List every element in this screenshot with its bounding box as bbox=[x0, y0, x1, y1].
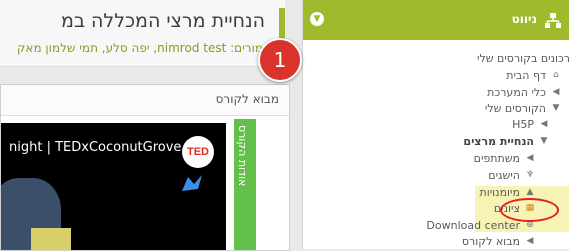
chevron-left-icon: ◀ bbox=[552, 87, 560, 97]
course-teachers: מורים: nimrod test, יפה סלע, תמי שלמון מ… bbox=[16, 41, 263, 55]
nav-item-home[interactable]: ⌂ דף הבית bbox=[506, 67, 562, 83]
video-player[interactable]: night | TEDxCoconutGrove TED bbox=[1, 123, 226, 250]
home-icon: ⌂ bbox=[553, 70, 559, 80]
nav-item-label: כלי המערכת bbox=[487, 85, 546, 99]
course-header: הנחיית מרצי המכללה במ מורים: nimrod test… bbox=[0, 0, 285, 67]
nav-item-label: משתתפים bbox=[473, 151, 520, 165]
step-badge: 1 bbox=[258, 38, 302, 82]
grades-highlight-circle bbox=[500, 198, 559, 222]
sitemap-icon bbox=[545, 13, 561, 28]
nav-item-system-tools[interactable]: ◀ כלי המערכת bbox=[487, 84, 562, 100]
panel-header-title: מבוא לקורס bbox=[215, 92, 279, 106]
share-icon[interactable] bbox=[178, 171, 206, 197]
nav-item-course-intro[interactable]: ◀ מבוא לקורס bbox=[462, 233, 536, 249]
collapse-toggle-icon[interactable]: ▼ bbox=[310, 12, 324, 26]
nav-item-label: הקורסים שלי bbox=[484, 101, 546, 115]
nav-item-label: H5P bbox=[512, 117, 534, 131]
nav-item-participants[interactable]: ◀ משתתפים bbox=[474, 150, 536, 166]
chevron-down-icon: ▼ bbox=[552, 103, 560, 113]
nav-item-label: דף הבית bbox=[506, 68, 546, 82]
about-course-tab[interactable]: אודות הקורס bbox=[234, 119, 256, 250]
nav-title: ניווט bbox=[511, 12, 537, 26]
ted-logo-icon[interactable]: TED bbox=[182, 136, 214, 168]
about-course-tab-label: אודות הקורס bbox=[236, 125, 249, 187]
nav-item-label: מיומנויות bbox=[479, 185, 521, 199]
nav-item-lecturer-guidance[interactable]: ▼ הנחיית מרצים bbox=[463, 133, 550, 149]
nav-item-label: מבוא לקורס bbox=[461, 234, 520, 248]
chevron-down-icon: ▼ bbox=[540, 136, 548, 146]
trophy-icon: ♆ bbox=[525, 170, 535, 180]
chevron-left-icon: ◀ bbox=[540, 119, 548, 129]
panel-header: מבוא לקורס bbox=[1, 85, 289, 116]
chevron-left-icon: ◀ bbox=[526, 153, 534, 163]
nav-item-label: הנחיית מרצים bbox=[463, 134, 534, 148]
nav-header: ניווט ▼ bbox=[303, 0, 569, 40]
video-title[interactable]: night | TEDxCoconutGrove bbox=[9, 140, 181, 155]
skills-icon: ▲ bbox=[526, 187, 534, 197]
nav-item-my-courses[interactable]: ▼ הקורסים שלי bbox=[485, 100, 562, 116]
ted-logo-text: TED bbox=[187, 146, 209, 158]
nav-item-label: הישגים bbox=[488, 168, 520, 182]
chevron-left-icon: ◀ bbox=[526, 236, 534, 246]
speaker-shirt bbox=[31, 228, 71, 250]
nav-item-courses-summary[interactable]: רכונים בקורסים שלי bbox=[477, 50, 569, 66]
nav-item-label: Download center bbox=[426, 218, 520, 232]
nav-item-h5p[interactable]: ◀ H5P bbox=[512, 116, 550, 132]
navigation-block: ניווט ▼ רכונים בקורסים שלי ⌂ דף הבית ◀ כ… bbox=[302, 0, 569, 249]
intro-video-panel: מבוא לקורס night | TEDxCoconutGrove TED … bbox=[0, 84, 290, 251]
nav-item-label: רכונים בקורסים שלי bbox=[477, 51, 569, 65]
nav-item-achievements[interactable]: ♆ הישגים bbox=[488, 167, 536, 183]
course-title: הנחיית מרצי המכללה במ bbox=[61, 10, 265, 32]
